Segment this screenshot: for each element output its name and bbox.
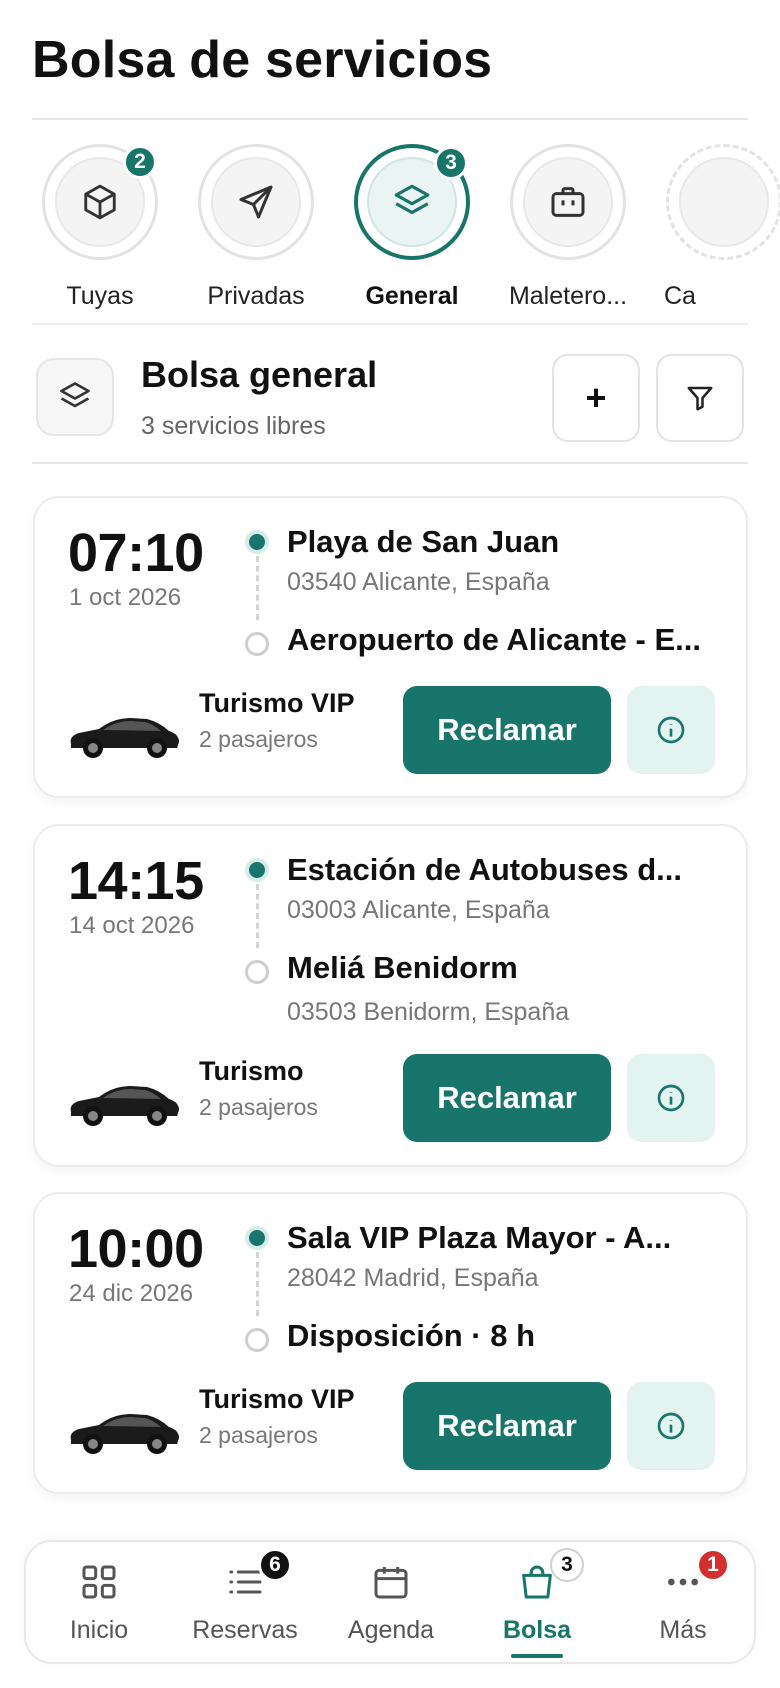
origin-dot bbox=[245, 1226, 269, 1250]
nav-badge: 1 bbox=[696, 1548, 730, 1582]
destination-name: Meliá Benidorm bbox=[287, 950, 518, 985]
car-icon bbox=[70, 718, 179, 758]
category-tuyas[interactable]: 2 Tuyas bbox=[16, 144, 184, 311]
section-title: Bolsa general bbox=[141, 354, 378, 395]
active-indicator bbox=[511, 1654, 563, 1658]
route-line bbox=[256, 884, 259, 948]
info-button[interactable] bbox=[627, 1054, 715, 1142]
nav-label: Más bbox=[659, 1616, 707, 1644]
destination-dot bbox=[245, 632, 269, 656]
destination-dot bbox=[245, 960, 269, 984]
route-line bbox=[256, 556, 259, 620]
nav-agenda[interactable]: Agenda bbox=[318, 1542, 464, 1666]
add-button[interactable]: + bbox=[552, 354, 640, 442]
category-label: Maletero... bbox=[508, 282, 628, 310]
destination-dot bbox=[245, 1328, 269, 1352]
category-label: Tuyas bbox=[66, 282, 134, 310]
category-label: General bbox=[365, 282, 459, 310]
origin-address: 03003 Alicante, España bbox=[287, 896, 550, 924]
destination-address: 03503 Benidorm, España bbox=[287, 998, 570, 1026]
destination-name: Aeropuerto de Alicante - E... bbox=[287, 622, 701, 657]
box-icon bbox=[84, 184, 116, 220]
passenger-count: 2 pasajeros bbox=[199, 1422, 318, 1448]
nav-inicio[interactable]: Inicio bbox=[26, 1542, 172, 1666]
section-subtitle: 3 servicios libres bbox=[141, 412, 326, 440]
service-card[interactable]: 07:10 1 oct 2026 Playa de San Juan 03540… bbox=[33, 496, 748, 798]
plus-icon: + bbox=[585, 377, 607, 418]
categories-divider bbox=[32, 323, 748, 325]
nav-bolsa[interactable]: 3 Bolsa bbox=[464, 1542, 610, 1666]
vehicle-type: Turismo VIP bbox=[199, 688, 355, 718]
service-time: 14:15 bbox=[68, 851, 204, 911]
service-time: 07:10 bbox=[68, 523, 204, 583]
service-date: 14 oct 2026 bbox=[69, 912, 195, 939]
origin-name: Sala VIP Plaza Mayor - A... bbox=[287, 1220, 672, 1255]
section-divider bbox=[32, 462, 748, 464]
bottom-navigation: Inicio 6 Reservas Agenda 3 Bolsa 1 Más bbox=[24, 1540, 756, 1664]
nav-label: Agenda bbox=[347, 1616, 435, 1644]
category-general[interactable]: 3 General bbox=[328, 144, 496, 311]
section-icon bbox=[36, 358, 114, 436]
destination-name: Disposición · 8 h bbox=[287, 1318, 536, 1353]
info-button[interactable] bbox=[627, 1382, 715, 1470]
title-divider bbox=[32, 118, 748, 120]
category-label: Privadas bbox=[207, 282, 305, 310]
category-badge: 2 bbox=[123, 145, 157, 179]
nav-label: Reservas bbox=[192, 1616, 298, 1644]
vehicle-type: Turismo VIP bbox=[199, 1384, 355, 1414]
briefcase-icon bbox=[551, 187, 585, 217]
service-card[interactable]: 14:15 14 oct 2026 Estación de Autobuses … bbox=[33, 824, 748, 1167]
info-icon bbox=[657, 1412, 685, 1440]
nav-reservas[interactable]: 6 Reservas bbox=[172, 1542, 318, 1666]
info-icon bbox=[657, 1084, 685, 1112]
car-icon bbox=[70, 1086, 179, 1126]
send-icon bbox=[239, 185, 273, 219]
vehicle-type: Turismo bbox=[199, 1056, 304, 1086]
claim-button[interactable]: Reclamar bbox=[403, 1054, 611, 1142]
passenger-count: 2 pasajeros bbox=[199, 726, 318, 752]
filter-icon bbox=[687, 386, 713, 411]
grid-icon bbox=[82, 1565, 116, 1599]
service-time: 10:00 bbox=[68, 1219, 204, 1279]
origin-address: 03540 Alicante, España bbox=[287, 568, 550, 596]
category-partial[interactable]: Ca bbox=[640, 144, 780, 311]
section-header: Bolsa general 3 servicios libres + bbox=[32, 350, 748, 460]
origin-dot bbox=[245, 858, 269, 882]
origin-name: Playa de San Juan bbox=[287, 524, 560, 559]
info-button[interactable] bbox=[627, 686, 715, 774]
category-badge: 3 bbox=[434, 146, 468, 180]
passenger-count: 2 pasajeros bbox=[199, 1094, 318, 1120]
page-title: Bolsa de servicios bbox=[32, 31, 493, 89]
info-icon bbox=[657, 716, 685, 744]
claim-button[interactable]: Reclamar bbox=[403, 1382, 611, 1470]
category-maletero[interactable]: Maletero... bbox=[484, 144, 652, 311]
category-label: Ca bbox=[664, 282, 696, 310]
nav-mas[interactable]: 1 Más bbox=[610, 1542, 756, 1666]
layers-icon bbox=[60, 382, 90, 408]
route-line bbox=[256, 1252, 259, 1316]
origin-dot bbox=[245, 530, 269, 554]
nav-label: Bolsa bbox=[502, 1616, 572, 1644]
service-card[interactable]: 10:00 24 dic 2026 Sala VIP Plaza Mayor -… bbox=[33, 1192, 748, 1494]
service-date: 1 oct 2026 bbox=[69, 584, 182, 611]
category-privadas[interactable]: Privadas bbox=[172, 144, 340, 311]
car-icon bbox=[70, 1414, 179, 1454]
filter-button[interactable] bbox=[656, 354, 744, 442]
claim-button[interactable]: Reclamar bbox=[403, 686, 611, 774]
service-date: 24 dic 2026 bbox=[69, 1280, 194, 1307]
origin-address: 28042 Madrid, España bbox=[287, 1264, 539, 1292]
origin-name: Estación de Autobuses d... bbox=[287, 852, 683, 887]
nav-badge: 3 bbox=[550, 1548, 584, 1582]
nav-badge: 6 bbox=[258, 1548, 292, 1582]
calendar-icon bbox=[374, 1567, 408, 1599]
category-carousel[interactable]: 2 Tuyas Privadas 3 General Maletero... C… bbox=[0, 140, 780, 320]
nav-label: Inicio bbox=[69, 1616, 129, 1644]
layers-icon bbox=[394, 184, 430, 215]
